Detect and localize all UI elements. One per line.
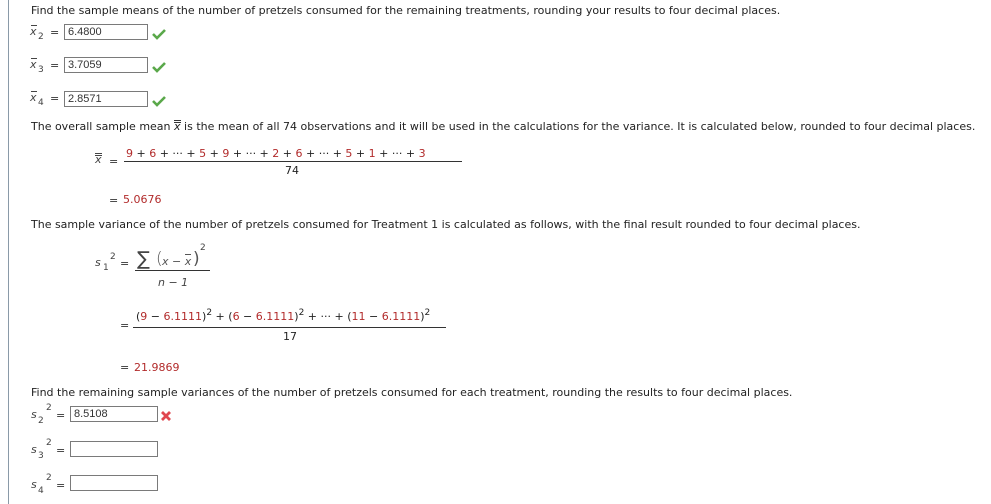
mean-var-label: x [30,58,37,71]
highlighted-value: 6.1111 [255,310,295,323]
mean-subscript: 4 [38,98,44,108]
operator: + [133,147,150,160]
overall-mean-result: 5.0676 [123,193,162,206]
overall-mean-numerator: 9 + 6 + ··· + 5 + 9 + ··· + 2 + 6 + ··· … [126,147,426,160]
superscript: 2 [200,243,206,253]
mean-4-input[interactable]: 2.8571 [64,91,148,107]
superscript: 2 [424,308,431,318]
equals-sign: = [56,444,66,457]
equals-sign: = [109,194,119,207]
variance-1-result: 21.9869 [134,361,180,374]
deviation-expression: x − x [162,255,192,268]
operator: − [365,310,382,323]
operator: + ··· + [229,147,273,160]
check-icon [152,29,166,40]
highlighted-value: 1 [368,147,376,160]
operator: + [279,147,296,160]
variance-3-input[interactable] [70,441,158,457]
highlighted-value: 11 [351,310,366,323]
highlighted-value: 6 [232,310,240,323]
s-var: s [31,408,37,421]
fraction-line [124,161,462,162]
sigma-icon: ∑ [137,248,150,270]
equals-sign: = [120,361,130,374]
equals-sign: = [109,155,119,168]
mean-var-label: x [30,25,37,38]
variance-intro: The sample variance of the number of pre… [31,218,861,231]
mean-subscript: 2 [38,32,44,42]
variance-numerator: (9 − 6.1111)2 + (6 − 6.1111)2 + ··· + (1… [136,308,431,324]
operator: − [239,310,256,323]
superscript: 2 [46,473,52,483]
mean-3-input[interactable]: 3.7059 [64,57,148,73]
fraction-line [135,270,210,271]
equals-sign: = [56,479,66,492]
superscript: 2 [46,438,52,448]
operator: + ··· + ( [304,310,352,323]
highlighted-value: 3 [418,147,426,160]
means-instruction: Find the sample means of the number of p… [31,4,781,17]
operator: + [206,147,223,160]
mean-subscript: 3 [38,65,44,75]
s-var: s [95,256,101,269]
overall-mean-intro: The overall sample mean x is the mean of… [31,120,976,133]
operator: − [147,310,164,323]
operator: + ( [212,310,233,323]
highlighted-value: 6.1111 [163,310,203,323]
equals-sign: = [56,409,66,422]
mean-var-label: x [30,91,37,104]
operator: + [352,147,369,160]
x-icon [161,411,171,421]
x-double-bar-lhs: x [95,153,102,166]
formula-denominator: n − 1 [158,276,189,289]
equals-sign: = [50,26,60,39]
operator: + ··· + [302,147,346,160]
subscript: 4 [38,486,44,496]
variance-4-input[interactable] [70,475,158,491]
operator: + ··· + [156,147,200,160]
variance-denominator: 17 [283,330,297,343]
highlighted-value: 6 [295,147,303,160]
right-paren: ) [193,249,200,269]
superscript: 2 [46,403,52,413]
highlighted-value: 6.1111 [381,310,421,323]
check-icon [152,62,166,73]
equals-sign: = [50,92,60,105]
s-var: s [31,478,37,491]
variance-2-input[interactable]: 8.5108 [70,406,158,422]
s-var: s [31,443,37,456]
equals-sign: = [120,257,130,270]
highlighted-value: 9 [126,147,133,160]
subscript: 2 [38,416,44,426]
fraction-line [133,327,446,328]
overall-mean-denominator: 74 [285,164,299,177]
superscript: 2 [110,252,116,262]
left-frame-border [8,0,9,504]
equals-sign: = [120,319,130,332]
check-icon [152,96,166,107]
subscript: 1 [103,263,109,273]
equals-sign: = [50,59,60,72]
variances-instruction: Find the remaining sample variances of t… [31,386,793,399]
subscript: 3 [38,451,44,461]
mean-2-input[interactable]: 6.4800 [64,24,148,40]
operator: + ··· + [375,147,419,160]
